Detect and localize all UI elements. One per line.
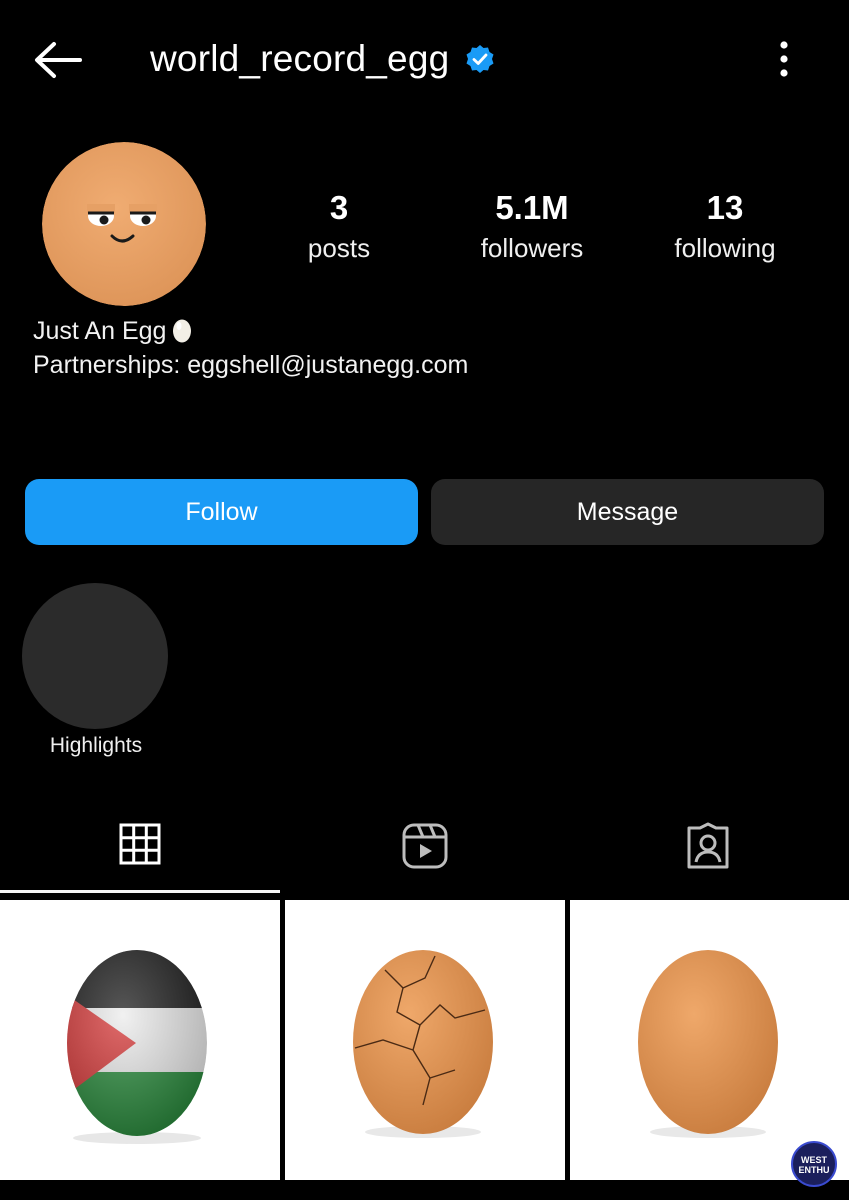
post-thumbnail[interactable]: [570, 900, 849, 1180]
posts-label: posts: [307, 233, 371, 263]
more-options-button[interactable]: [770, 38, 798, 82]
bio-partnerships: Partnerships: eggshell@justanegg.com: [33, 351, 469, 379]
more-vertical-icon: [780, 41, 788, 77]
egg-emoji-icon: [173, 319, 192, 343]
post-thumbnail[interactable]: [0, 900, 280, 1180]
profile-display-name: Just An Egg: [33, 317, 167, 345]
egg-cracked-image: [353, 950, 493, 1138]
posts-stat[interactable]: 3 posts: [259, 188, 419, 268]
tab-posts-grid[interactable]: [0, 800, 283, 892]
profile-bio: Just An Egg Partnerships: eggshell@justa…: [33, 314, 468, 382]
watermark-line2: ENTHU: [798, 1165, 830, 1175]
following-stat[interactable]: 13 following: [645, 188, 805, 268]
arrow-left-icon: [35, 42, 82, 78]
watermark-line1: WEST: [801, 1155, 827, 1165]
watermark-logo: WEST ENTHU: [791, 1141, 837, 1187]
profile-tabs: [0, 800, 849, 894]
active-tab-indicator: [0, 890, 280, 893]
message-button[interactable]: Message: [431, 479, 824, 545]
followers-stat[interactable]: 5.1M followers: [452, 188, 612, 268]
followers-label: followers: [480, 233, 584, 263]
back-button[interactable]: [32, 40, 84, 80]
tagged-icon: [687, 822, 729, 869]
highlight-circle[interactable]: [22, 583, 168, 729]
verified-badge-icon: [466, 45, 494, 73]
top-bar: world_record_egg: [0, 0, 849, 120]
following-count: 13: [706, 189, 744, 226]
grid-icon: [119, 823, 161, 865]
reels-icon: [402, 823, 448, 869]
egg-palestine-flag-image: [67, 950, 207, 1144]
bio-name-line: Just An Egg: [33, 314, 468, 348]
post-thumbnail[interactable]: [285, 900, 565, 1180]
posts-count: 3: [329, 189, 349, 226]
egg-plain-image: [638, 950, 778, 1138]
profile-username: world_record_egg: [150, 38, 450, 79]
highlight-label: Highlights: [49, 734, 143, 757]
tab-reels[interactable]: [283, 800, 566, 892]
smiling-egg-avatar-image: [42, 142, 206, 306]
tab-tagged[interactable]: [566, 800, 849, 892]
follow-button[interactable]: Follow: [25, 479, 418, 545]
followers-count: 5.1M: [495, 189, 569, 226]
profile-avatar[interactable]: [42, 142, 206, 306]
following-label: following: [674, 233, 776, 263]
